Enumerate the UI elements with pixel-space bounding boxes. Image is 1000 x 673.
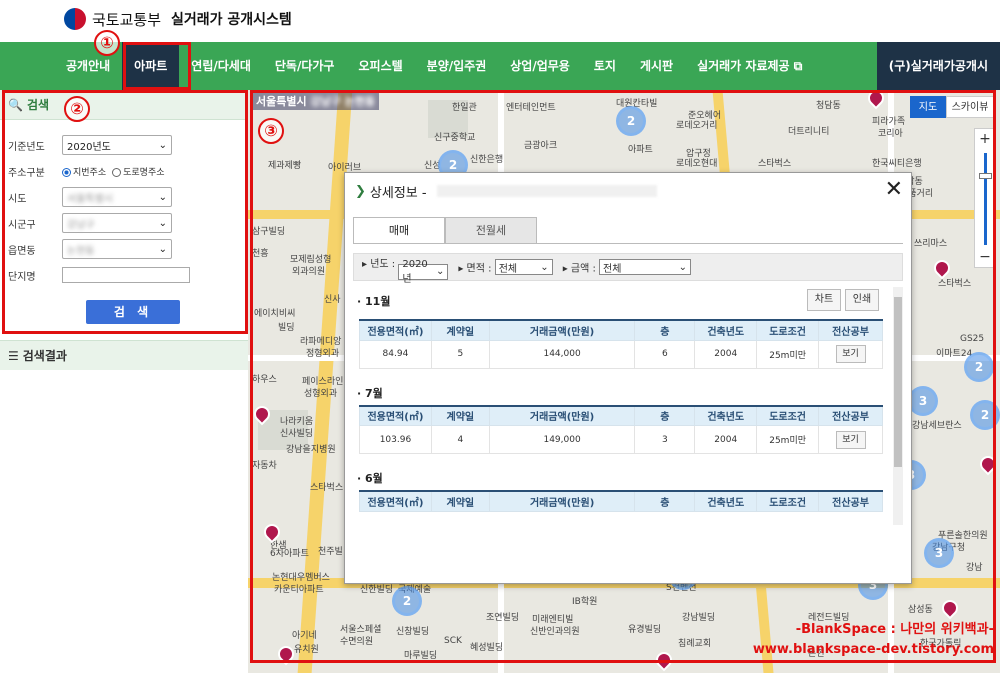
- annotation-number-1: ①: [94, 30, 120, 56]
- nav-item-officetel[interactable]: 오피스텔: [346, 42, 414, 90]
- annotation-box-1: [123, 42, 191, 90]
- annotation-number-2: ②: [64, 96, 90, 122]
- nav-item-legacy-system[interactable]: (구)실거래가공개시: [876, 42, 1000, 90]
- nav-item-rowhouse[interactable]: 연립/다세대: [179, 42, 263, 90]
- results-title: 검색결과: [22, 349, 67, 363]
- annotation-number-3: ③: [258, 118, 284, 144]
- nav-item-presale[interactable]: 분양/입주권: [415, 42, 499, 90]
- logo[interactable]: 국토교통부 실거래가 공개시스템: [64, 8, 292, 30]
- nav-item-commercial[interactable]: 상업/업무용: [498, 42, 582, 90]
- site-header: 국토교통부 실거래가 공개시스템: [0, 0, 1000, 42]
- system-name: 실거래가 공개시스템: [171, 12, 292, 28]
- results-header: ☰ 검색결과: [0, 340, 248, 370]
- taegeuk-logo-icon: [64, 8, 86, 30]
- annotation-box-3: [250, 90, 996, 663]
- nav-item-board[interactable]: 게시판: [628, 42, 685, 90]
- nav-item-detached[interactable]: 단독/다가구: [263, 42, 347, 90]
- ministry-name: 국토교통부: [92, 10, 162, 29]
- list-icon: ☰: [8, 348, 19, 363]
- annotation-box-2: [2, 90, 248, 334]
- nav-item-land[interactable]: 토지: [582, 42, 628, 90]
- nav-item-data-service[interactable]: 실거래가 자료제공 ⧉: [685, 42, 814, 90]
